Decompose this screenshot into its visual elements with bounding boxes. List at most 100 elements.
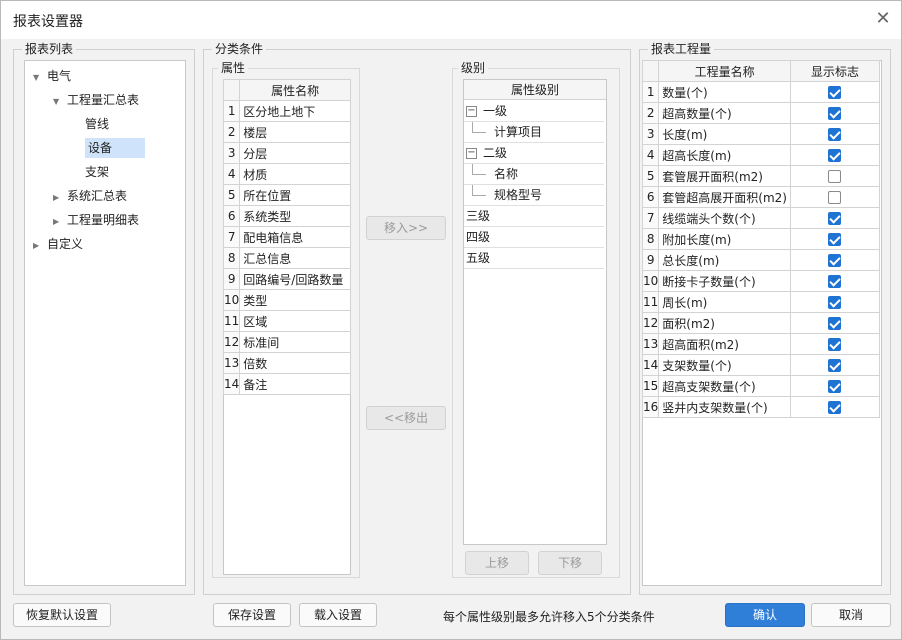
show-checkbox[interactable]	[828, 212, 842, 225]
level-row[interactable]: − 一级	[464, 101, 604, 122]
show-checkbox[interactable]	[828, 233, 842, 246]
table-row[interactable]: 10 类型	[222, 289, 351, 311]
level-row[interactable]: 名称	[464, 164, 604, 185]
table-row[interactable]: 2 楼层	[222, 121, 351, 143]
level-row[interactable]: 计算项目	[464, 122, 604, 143]
move-out-button[interactable]: <<移出	[366, 406, 446, 430]
table-row[interactable]: 6 系统类型	[222, 205, 351, 227]
confirm-button[interactable]: 确认	[725, 603, 805, 627]
tree-item[interactable]: ▶ 系统汇总表	[53, 186, 127, 206]
table-row[interactable]: 1 区分地上地下	[222, 100, 351, 122]
quantity-name: 线缆端头个数(个)	[658, 207, 791, 229]
show-checkbox[interactable]	[828, 359, 842, 372]
quantity-name: 长度(m)	[658, 123, 791, 145]
tree-item[interactable]: ▼ 电气	[33, 66, 71, 86]
attributes-list[interactable]: 属性名称 1 区分地上地下 2 楼层 3 分层 4 材质 5 所在位置 6 系统类型 7 配电箱信息 8 汇总信…	[222, 79, 351, 575]
save-settings-button[interactable]: 保存设置	[213, 603, 291, 627]
attribute-name: 区分地上地下	[239, 100, 351, 122]
restore-defaults-button[interactable]: 恢复默认设置	[13, 603, 111, 627]
table-row[interactable]: 10 断接卡子数量(个)	[641, 270, 881, 292]
table-row[interactable]: 3 分层	[222, 142, 351, 164]
show-flag-cell	[789, 186, 881, 208]
table-row[interactable]: 16 竖井内支架数量(个)	[641, 396, 881, 418]
table-row[interactable]: 13 倍数	[222, 352, 351, 374]
table-row[interactable]: 4 超高长度(m)	[641, 144, 881, 166]
table-row[interactable]: 15 超高支架数量(个)	[641, 375, 881, 397]
level-row[interactable]: − 二级	[464, 143, 604, 164]
move-down-button[interactable]: 下移	[538, 551, 602, 575]
show-checkbox[interactable]	[828, 338, 842, 351]
quantity-name-header: 工程量名称	[658, 60, 791, 82]
tree-item-label: 支架	[85, 165, 110, 179]
table-row[interactable]: 13 超高面积(m2)	[641, 333, 881, 355]
table-row[interactable]: 12 面积(m2)	[641, 312, 881, 334]
move-in-button[interactable]: 移入>>	[366, 216, 446, 240]
tree-item-label: 电气	[47, 69, 72, 83]
table-row[interactable]: 14 支架数量(个)	[641, 354, 881, 376]
collapsed-caret-icon[interactable]: ▶	[33, 236, 43, 256]
level-row[interactable]: 规格型号	[464, 185, 604, 206]
tree-item[interactable]: 设备	[85, 138, 145, 158]
collapse-icon[interactable]: −	[466, 148, 477, 159]
show-checkbox[interactable]	[828, 317, 842, 330]
table-row[interactable]: 9 回路编号/回路数量	[222, 268, 351, 290]
level-row[interactable]: 五级	[464, 248, 604, 269]
show-checkbox[interactable]	[828, 401, 842, 414]
show-checkbox[interactable]	[828, 128, 842, 141]
quantities-header-row: 工程量名称 显示标志	[641, 60, 881, 82]
table-row[interactable]: 7 线缆端头个数(个)	[641, 207, 881, 229]
tree-item[interactable]: 支架	[85, 162, 109, 182]
table-row[interactable]: 8 附加长度(m)	[641, 228, 881, 250]
attribute-name: 回路编号/回路数量	[239, 268, 351, 290]
table-row[interactable]: 8 汇总信息	[222, 247, 351, 269]
collapsed-caret-icon[interactable]: ▶	[53, 212, 63, 232]
show-checkbox[interactable]	[828, 275, 842, 288]
move-up-button[interactable]: 上移	[465, 551, 529, 575]
tree-item[interactable]: ▶ 自定义	[33, 234, 83, 254]
table-row[interactable]: 7 配电箱信息	[222, 226, 351, 248]
show-checkbox[interactable]	[828, 170, 842, 183]
show-flag-cell	[789, 312, 881, 334]
collapsed-caret-icon[interactable]: ▶	[53, 188, 63, 208]
load-settings-button[interactable]: 载入设置	[299, 603, 377, 627]
show-checkbox[interactable]	[828, 296, 842, 309]
level-row[interactable]: 三级	[464, 206, 604, 227]
show-checkbox[interactable]	[828, 107, 842, 120]
cancel-button[interactable]: 取消	[811, 603, 891, 627]
table-row[interactable]: 12 标准间	[222, 331, 351, 353]
table-row[interactable]: 6 套管超高展开面积(m2)	[641, 186, 881, 208]
show-flag-cell	[789, 144, 881, 166]
table-row[interactable]: 9 总长度(m)	[641, 249, 881, 271]
tree-item[interactable]: 管线	[85, 114, 109, 134]
tree-item[interactable]: ▼ 工程量汇总表	[53, 90, 139, 110]
collapse-icon[interactable]: −	[466, 106, 477, 117]
levels-list[interactable]: 属性级别 − 一级 计算项目 − 二级 名称 规格型号 三级 四级 五级	[463, 79, 607, 545]
report-tree[interactable]: ▼ 电气 ▼ 工程量汇总表 管线设备支架 ▶ 系统汇总表 ▶ 工程量明细表 ▶ 自定义	[24, 60, 186, 586]
show-checkbox[interactable]	[828, 254, 842, 267]
table-row[interactable]: 2 超高数量(个)	[641, 102, 881, 124]
table-row[interactable]: 5 套管展开面积(m2)	[641, 165, 881, 187]
show-checkbox[interactable]	[828, 191, 842, 204]
show-checkbox[interactable]	[828, 380, 842, 393]
table-row[interactable]: 11 区域	[222, 310, 351, 332]
expanded-caret-icon[interactable]: ▼	[53, 92, 63, 112]
show-checkbox[interactable]	[828, 149, 842, 162]
table-row[interactable]: 4 材质	[222, 163, 351, 185]
show-flag-cell	[789, 207, 881, 229]
row-index: 5	[222, 184, 241, 206]
table-row[interactable]: 11 周长(m)	[641, 291, 881, 313]
tree-item[interactable]: ▶ 工程量明细表	[53, 210, 139, 230]
table-row[interactable]: 3 长度(m)	[641, 123, 881, 145]
table-row[interactable]: 14 备注	[222, 373, 351, 395]
index-header	[641, 60, 660, 82]
quantity-name: 面积(m2)	[658, 312, 791, 334]
table-row[interactable]: 5 所在位置	[222, 184, 351, 206]
level-row[interactable]: 四级	[464, 227, 604, 248]
tree-connector-line	[472, 122, 486, 133]
table-row[interactable]: 1 数量(个)	[641, 81, 881, 103]
show-checkbox[interactable]	[828, 86, 842, 99]
expanded-caret-icon[interactable]: ▼	[33, 68, 43, 88]
show-flag-cell	[789, 249, 881, 271]
close-icon[interactable]: ✕	[873, 9, 893, 29]
quantities-list[interactable]: 工程量名称 显示标志 1 数量(个) 2 超高数量(个) 3 长度(m) 4 超高长度(m) 5 套管…	[641, 60, 882, 586]
